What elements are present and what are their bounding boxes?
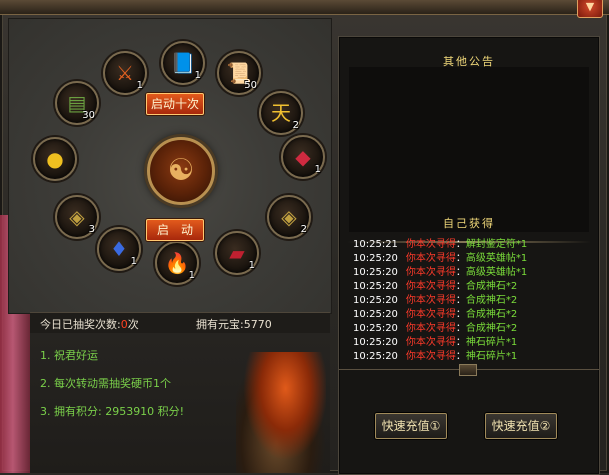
wheel-slot[interactable]: 🔥 1	[155, 241, 199, 285]
log-row: 10:25:20 你本次寻得：合成神石*2	[353, 277, 517, 292]
start-button[interactable]: 启 动	[146, 219, 204, 241]
log-row: 10:25:20 你本次寻得：神石碎片*1	[353, 333, 517, 348]
ornament-icon	[459, 364, 477, 376]
wheel-slot[interactable]: ⚔ 1	[103, 51, 147, 95]
log-time: 10:25:20	[353, 351, 398, 362]
stats-bar: 今日已抽奖次数:0次 拥有元宝:5770	[30, 312, 330, 333]
draws-unit: 次	[127, 318, 139, 331]
slot-count: 2	[292, 120, 299, 131]
wheel-slot[interactable]: ♦ 1	[97, 227, 141, 271]
wheel-slot[interactable]: 📘 1	[161, 41, 205, 85]
info-line: 3. 拥有积分: 2953910 积分!	[40, 405, 185, 418]
close-button[interactable]: ▼	[577, 0, 603, 18]
log-row: 10:25:20 你本次寻得：高级英雄帖*1	[353, 263, 527, 278]
log-row: 10:25:20 你本次寻得：神石碎片*1	[353, 347, 517, 362]
wheel-slot[interactable]: ◆ 1	[281, 135, 325, 179]
warrior-art	[236, 352, 326, 473]
slot-count: 1	[194, 70, 201, 81]
notice-list	[349, 67, 589, 232]
slot-count: 3	[88, 224, 95, 235]
log-row: 10:25:20 你本次寻得：合成神石*2	[353, 291, 517, 306]
wheel-slot[interactable]: 天2	[259, 91, 303, 135]
center-glyph: ☯	[167, 153, 195, 188]
gold-ingot-icon: ●	[46, 147, 64, 171]
log-row: 10:25:21 你本次寻得：解封鉴定符*1	[353, 235, 527, 250]
slot-count: 30	[82, 110, 95, 121]
draws-value: 0	[120, 318, 128, 331]
self-title: 自己获得	[443, 217, 495, 230]
log-row: 10:25:20 你本次寻得：合成神石*2	[353, 305, 517, 320]
wheel-slot[interactable]: ▰ 1	[215, 231, 259, 275]
info-line: 1. 祝君好运	[40, 349, 98, 362]
announcement-panel: 其他公告 自己获得 10:25:21 你本次寻得：解封鉴定符*1 10:25:20 你…	[338, 36, 600, 475]
quick-recharge-2-button[interactable]: 快速充值②	[485, 413, 557, 439]
slot-count: 1	[136, 80, 143, 91]
log-separator: ：	[455, 351, 466, 362]
log-row: 10:25:20 你本次寻得：合成神石*2	[353, 319, 517, 334]
slot-count: 1	[188, 270, 195, 281]
info-line: 2. 每次转动需抽奖硬币1个	[40, 377, 171, 390]
wheel-slot[interactable]: ●	[33, 137, 77, 181]
log-item: 神石碎片*1	[465, 351, 518, 362]
yuanbao-balance: 拥有元宝:5770	[196, 316, 272, 332]
wheel-slot[interactable]: ▤ 30	[55, 81, 99, 125]
draws-count: 今日已抽奖次数:0次	[40, 316, 139, 332]
lottery-wheel: ⚔ 1 📘 1 📜 50 天 2 ◆ 1 ◈ 2 ▰ 1 🔥 1 ♦ 1 ◈ 3 ● ▤ 30 启动十次 ☯ 启 动	[8, 18, 332, 314]
slot-count: 1	[314, 164, 321, 175]
slot-count: 1	[248, 260, 255, 271]
quick-recharge-1-button[interactable]: 快速充值①	[375, 413, 447, 439]
start-ten-button[interactable]: 启动十次	[146, 93, 204, 115]
draws-label: 今日已抽奖次数:	[40, 318, 121, 331]
slot-count: 2	[300, 224, 307, 235]
slot-count: 1	[130, 256, 137, 267]
yuanbao-label: 拥有元宝:	[196, 318, 244, 331]
wheel-slot[interactable]: ◈ 3	[55, 195, 99, 239]
yuanbao-value: 5770	[243, 318, 272, 331]
wheel-slot[interactable]: ◈ 2	[267, 195, 311, 239]
wheel-slot[interactable]: 📜 50	[217, 51, 261, 95]
log-prefix: 你本次寻得	[405, 351, 456, 362]
log-row: 10:25:20 你本次寻得：高级英雄帖*1	[353, 249, 527, 264]
title-bar: ▼	[0, 0, 609, 18]
dragon-emblem-icon: ☯	[147, 137, 215, 205]
slot-count: 50	[244, 80, 257, 91]
panel-divider	[339, 364, 599, 384]
game-window: ▼ ⚔ 1 📘 1 📜 50 天 2 ◆ 1 ◈ 2 ▰ 1 🔥 1 ♦ 1 ◈ 3 ● ▤ 30 启动十次 ☯ 启 动 今…	[0, 0, 609, 475]
